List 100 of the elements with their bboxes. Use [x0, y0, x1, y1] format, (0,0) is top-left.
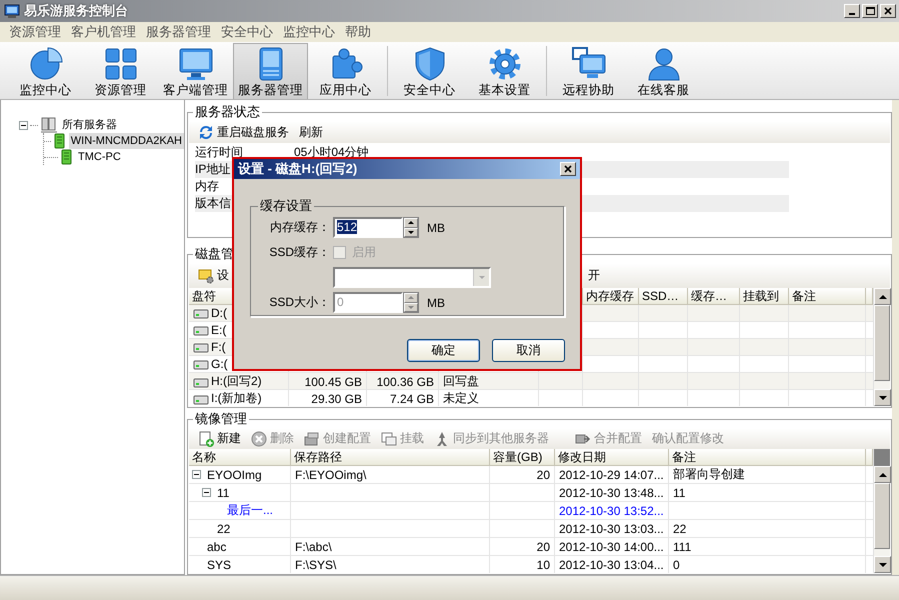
menu-item[interactable]: 监控中心 [278, 23, 340, 41]
close-button[interactable] [560, 162, 576, 176]
group-title: 镜像管理 [194, 410, 248, 428]
table-cell: 2012-10-30 14:00... [559, 540, 664, 554]
tree-item[interactable]: WIN-MNCMDDA2KAH [68, 133, 184, 149]
field-label: SSD缓存： [268, 244, 331, 261]
table-cell: EYOOImg [207, 468, 262, 482]
unit-label: MB [426, 220, 446, 234]
column-header[interactable]: 名称 [189, 449, 291, 465]
dialog-button[interactable]: 确定 [407, 339, 480, 362]
menu-item[interactable]: 服务器管理 [141, 23, 216, 41]
info-label: IP地址 [195, 161, 230, 178]
windows-icon [381, 430, 397, 446]
scroll-down-button[interactable] [874, 389, 891, 406]
scroll-thumb[interactable] [874, 483, 890, 549]
table-cell: abc [207, 540, 226, 554]
close-button[interactable] [880, 4, 896, 18]
server-icon [52, 133, 67, 149]
toolbar-button[interactable]: 客户端管理 [158, 43, 233, 99]
dialog-button[interactable]: 取消 [492, 339, 565, 362]
table-cell: 100.36 GB [376, 374, 434, 388]
table-row[interactable]: 22 2012-10-30 13:03... 22 [189, 520, 873, 538]
close-icon [564, 165, 572, 173]
table-cell: 2012-10-30 13:04... [559, 558, 664, 572]
table-cell: 20 [536, 540, 550, 554]
table-row[interactable]: abc F:\abc\ 20 2012-10-30 14:00... 111 [189, 538, 873, 556]
toolbar-button[interactable]: 远程协助 [551, 43, 626, 99]
toolbar-button[interactable]: 刷新 [296, 122, 326, 142]
figure-icon [434, 430, 450, 446]
scroll-down-button[interactable] [874, 556, 891, 573]
table-cell: 100.45 GB [304, 374, 362, 388]
server-icon [60, 149, 74, 165]
toolbar-button[interactable]: 服务器管理 [233, 43, 308, 99]
monitor-icon [178, 46, 214, 82]
maximize-icon [866, 7, 874, 15]
toolbar-button[interactable]: 在线客服 [626, 43, 701, 99]
column-header[interactable]: 内存缓存 [583, 288, 639, 304]
toolbar-button[interactable]: 应用中心 [308, 43, 383, 99]
field-label: SSD大小： [268, 294, 331, 311]
toolbar-button[interactable]: 设 [195, 266, 232, 285]
table-cell: 22 [217, 522, 230, 536]
app-icon [4, 3, 20, 19]
table-cell: 22 [673, 522, 686, 536]
table-cell: 11 [673, 486, 686, 500]
column-header[interactable]: 备注 [789, 288, 866, 304]
table-row[interactable]: 最后一... 2012-10-30 13:52... [189, 502, 873, 520]
toolbar-button[interactable]: 基本设置 [467, 43, 542, 99]
column-header[interactable]: 容量(GB) [490, 449, 555, 465]
maximize-button[interactable] [862, 4, 878, 18]
delete-icon [251, 430, 267, 446]
column-header[interactable]: SSD… [639, 288, 688, 304]
scroll-up-button[interactable] [874, 466, 891, 483]
field-label: 内存缓存： [269, 219, 331, 236]
menu-item[interactable]: 安全中心 [216, 23, 278, 41]
scroll-thumb[interactable] [874, 305, 890, 381]
table-cell: 2012-10-30 13:48... [559, 486, 664, 500]
grid-icon [102, 46, 138, 82]
spin-button[interactable] [403, 217, 419, 238]
column-header[interactable]: 缓存… [688, 288, 740, 304]
column-header[interactable]: 修改日期 [555, 449, 669, 465]
menu-item[interactable]: 资源管理 [4, 23, 66, 41]
toolbar-button[interactable]: 安全中心 [392, 43, 467, 99]
table-cell: H:(回写2) [211, 373, 262, 390]
menu-item[interactable]: 客户机管理 [66, 23, 141, 41]
table-cell: 最后一... [227, 502, 274, 519]
scroll-up-button[interactable] [874, 288, 891, 305]
toolbar-button[interactable]: 资源管理 [83, 43, 158, 99]
table-row[interactable]: EYOOImg F:\EYOOimg\ 20 2012-10-29 14:07... 部署向导创建 [189, 466, 873, 484]
minimize-button[interactable] [844, 4, 860, 18]
tree-item[interactable]: TMC-PC [76, 149, 123, 165]
info-label: 版本信 [195, 195, 231, 212]
settings-icon [198, 268, 214, 284]
table-cell: 未定义 [443, 390, 479, 406]
toolbar-button[interactable]: 重启磁盘服务 [195, 122, 292, 142]
table-cell: 20 [536, 468, 550, 482]
table-cell: F:\abc\ [295, 540, 332, 554]
toolbar-button[interactable]: 监控中心 [8, 43, 83, 99]
group-title: 缓存设置 [259, 197, 313, 215]
device-icon [304, 430, 320, 446]
number-field[interactable]: 512 [333, 217, 403, 238]
table-cell: D:( [211, 306, 227, 320]
info-value: 05小时04分钟 [294, 144, 369, 161]
group-title: 服务器状态 [194, 103, 261, 121]
table-cell: 2012-10-29 14:07... [559, 468, 664, 482]
server-group-icon [40, 117, 58, 133]
toolbar-button[interactable]: 开 [585, 266, 603, 285]
column-header[interactable]: 备注 [669, 449, 866, 465]
toolbar-button[interactable]: 新建 [195, 429, 244, 448]
group-title: 磁盘管 [194, 245, 235, 263]
tree-item[interactable]: 所有服务器 [60, 117, 119, 133]
table-cell: 29.30 GB [311, 392, 362, 406]
column-header[interactable]: 挂载到 [740, 288, 789, 304]
table-row[interactable]: 11 2012-10-30 13:48... 11 [189, 484, 873, 502]
table-cell: 2012-10-30 13:03... [559, 522, 664, 536]
table-cell: 0 [673, 558, 680, 572]
table-cell: 10 [536, 558, 550, 572]
column-header[interactable]: 保存路径 [291, 449, 490, 465]
pie-chart-icon [28, 46, 64, 82]
menu-item[interactable]: 帮助 [340, 23, 376, 41]
dialog-title: 设置 - 磁盘H:(回写2) [238, 160, 358, 178]
